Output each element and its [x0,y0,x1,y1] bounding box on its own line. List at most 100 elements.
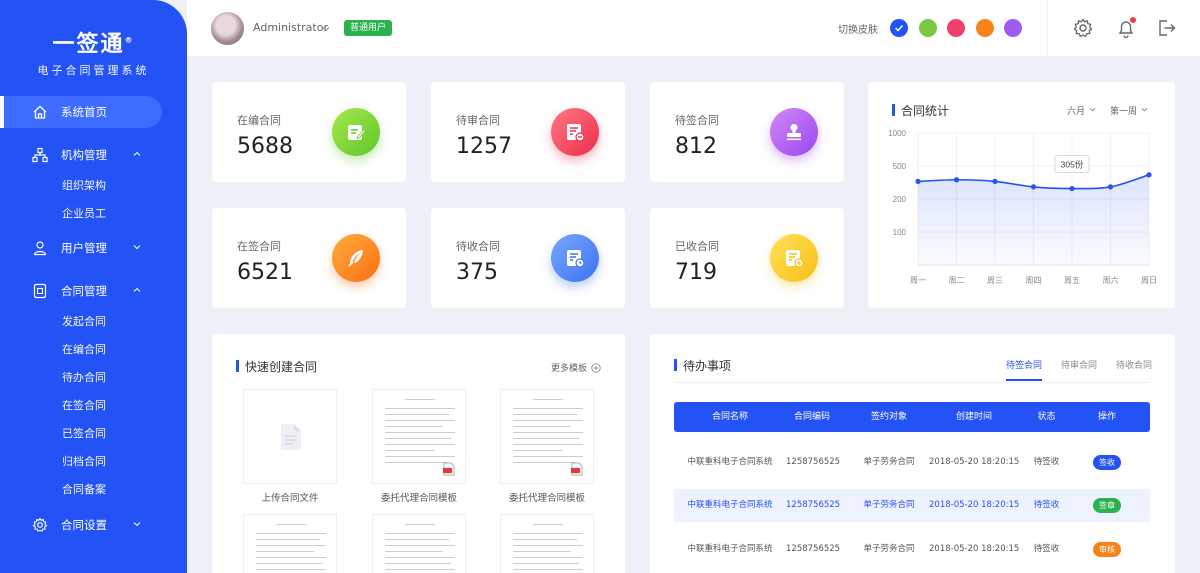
table-row[interactable]: 中联重科电子合同系统 1258756525 单子劳务合同 2018-05-20 … [674,446,1150,479]
template-tile[interactable] [372,389,466,484]
sidebar-item-users[interactable]: 用户管理 [0,232,187,264]
doc-line [513,551,571,552]
sidebar-subitem-signed[interactable]: 已签合同 [0,419,187,447]
stat-card-to-sign[interactable]: 待签合同 812 [650,82,844,182]
table-row[interactable]: 中联重科电子合同系统 1258756525 单子劳务合同 2018-05-20 … [674,533,1150,566]
avatar[interactable] [211,12,244,45]
doc-line [385,420,455,421]
tab-to-receive[interactable]: 待收合同 [1116,358,1152,371]
data-point [1107,184,1114,190]
quick-create-card: 快速创建合同 更多模板 上传合同文件 委托代理合同模板 委托代理合同模板 [212,334,625,573]
sidebar-subitem-org-structure[interactable]: 组织架构 [0,171,187,199]
doc-line [513,569,583,570]
doc-line [513,432,583,433]
stat-label: 待签合同 [675,114,719,127]
skin-red[interactable] [947,19,965,37]
sidebar-item-contracts[interactable]: 合同管理 [0,275,187,307]
sidebar-item-settings[interactable]: 合同设置 [0,509,187,541]
x-tick-label: 周四 [1026,276,1042,285]
template-tile[interactable] [500,389,594,484]
doc-line [513,444,583,445]
bell-icon[interactable] [1115,17,1137,39]
tab-to-review[interactable]: 待审合同 [1061,358,1097,371]
chevron-down-icon [133,245,141,250]
sidebar-subitem-archived[interactable]: 归档合同 [0,447,187,475]
doc-line [385,569,455,570]
month-dropdown[interactable]: 六月 [1067,104,1097,117]
stat-label: 已收合同 [675,240,719,253]
data-point [992,178,998,184]
doc-line [385,450,435,451]
top-header: Administrator 普通用户 切换皮肤 [187,0,1200,56]
doc-line [513,563,579,564]
sidebar-subitem-editing[interactable]: 在编合同 [0,335,187,363]
brand-logo: 一签通® 电子合同管理系统 [0,26,187,78]
sign-button[interactable]: 签收 [1093,455,1121,470]
chevron-down-icon [1089,107,1096,112]
doc-line [256,551,314,552]
sidebar-item-home[interactable]: 系统首页 [0,96,162,128]
doc-line [256,569,326,570]
sidebar-subitem-employees[interactable]: 企业员工 [0,199,187,227]
tab-to-sign[interactable]: 待签合同 [1006,358,1043,381]
table-cell: 待签收 [1033,457,1060,467]
sidebar-nav: 系统首页 机构管理 组织架构 企业员工 用户管理 合同管理 发起合同 在编合同 … [0,96,187,541]
logout-icon[interactable] [1155,17,1177,39]
skin-purple[interactable] [1004,19,1022,37]
stat-card-to-receive[interactable]: 待收合同 375 [431,208,625,308]
column-header: 操作 [1097,412,1116,422]
template-tile[interactable] [243,514,337,573]
template-label: 委托代理合同模板 [380,493,457,504]
sidebar-subitem-filing[interactable]: 合同备案 [0,475,187,503]
skin-orange[interactable] [976,19,994,37]
upload-file-tile[interactable] [243,389,337,484]
table-cell: 1258756525 [786,500,841,510]
quick-create-title: 快速创建合同 [236,358,317,375]
doc-line [385,551,443,552]
chevron-down-icon[interactable] [321,24,331,34]
skin-green[interactable] [919,19,937,37]
contract-line-chart: 100 200 500 1000 周一 周二 周三 周四 周五 周六 周日 305份 [888,129,1157,285]
doc-title-line [533,399,563,400]
check-icon [894,24,904,32]
sidebar-subitem-initiate[interactable]: 发起合同 [0,307,187,335]
doc-line [385,408,455,409]
doc-title-line [276,524,306,525]
sidebar-subitem-signing[interactable]: 在签合同 [0,391,187,419]
stat-label: 在编合同 [237,114,281,127]
sidebar-item-org[interactable]: 机构管理 [0,139,187,171]
sidebar-item-label: 系统首页 [61,105,107,119]
username[interactable]: Administrator [253,21,328,34]
column-header: 状态 [1037,412,1056,422]
stamp-button[interactable]: 签章 [1093,498,1121,513]
todo-card: 待办事项 待签合同 待审合同 待收合同 合同名称 合同编码 签约对象 创建时间 … [650,334,1175,573]
more-templates-link[interactable]: 更多模板 [551,361,601,374]
stat-card-received[interactable]: 已收合同 719 [650,208,844,308]
template-tile[interactable] [500,514,594,573]
stat-value: 719 [675,260,717,285]
doc-line [513,456,583,457]
stat-card-signing[interactable]: 在签合同 6521 [212,208,406,308]
table-cell: 2018-05-20 18:20:15 [929,457,1020,467]
x-tick-label: 周三 [987,276,1003,285]
doc-line [385,462,447,463]
column-header: 创建时间 [955,412,992,422]
week-dropdown[interactable]: 第一周 [1110,104,1149,117]
settings-gear-icon[interactable] [1072,17,1094,39]
template-tile[interactable] [372,514,466,573]
doc-line [513,426,571,427]
stat-card-editing[interactable]: 在编合同 5688 [212,82,406,182]
doc-line [513,414,577,415]
pdf-icon [571,462,583,476]
stat-card-review[interactable]: 待审合同 1257 [431,82,625,182]
skin-blue[interactable] [890,19,908,37]
received-doc-icon [770,234,818,282]
table-cell: 单子劳务合同 [863,457,915,467]
stat-value: 6521 [237,260,293,285]
header-divider [1047,0,1048,56]
sidebar-subitem-todo[interactable]: 待办合同 [0,363,187,391]
review-button[interactable]: 审核 [1093,542,1121,557]
table-cell: 1258756525 [786,457,841,467]
table-row[interactable]: 中联重科电子合同系统 1258756525 单子劳务合同 2018-05-20 … [674,489,1150,522]
skin-switch-label: 切换皮肤 [838,25,878,36]
